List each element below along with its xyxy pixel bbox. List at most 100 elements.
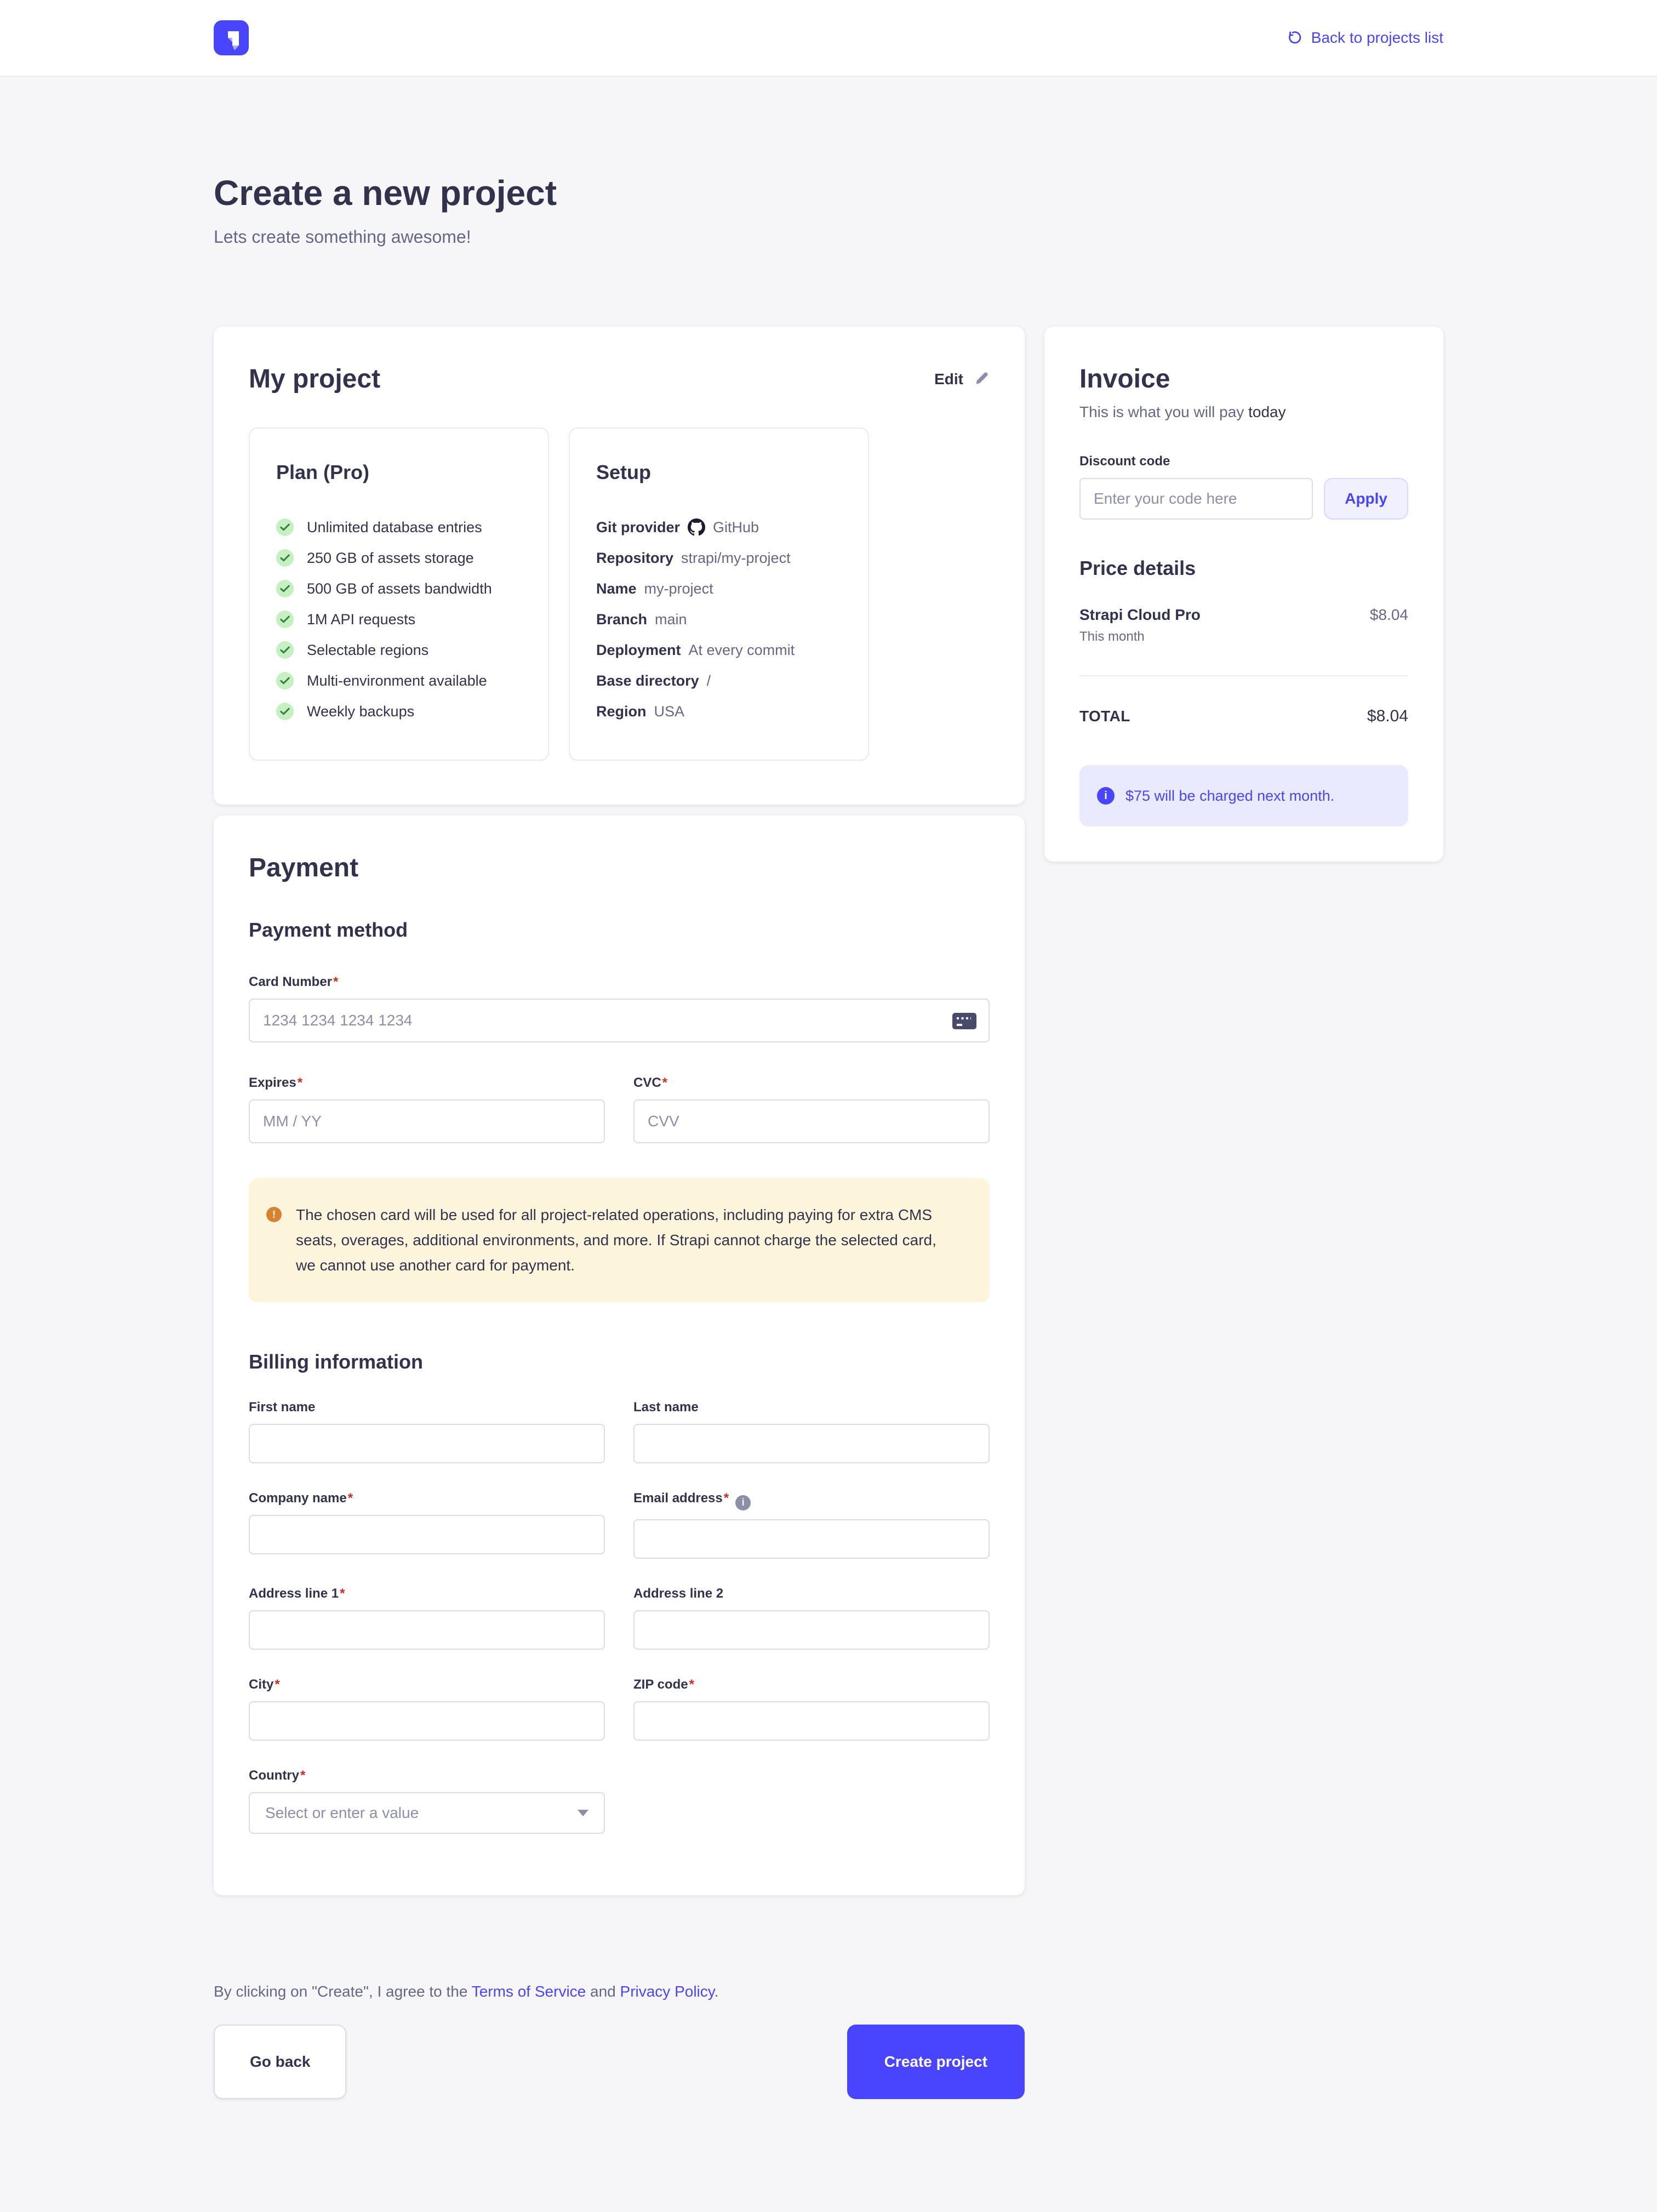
apply-discount-button[interactable]: Apply xyxy=(1324,478,1408,520)
discount-code-input[interactable] xyxy=(1079,478,1313,520)
card-number-input[interactable] xyxy=(249,999,990,1042)
back-link-label: Back to projects list xyxy=(1311,29,1443,47)
info-icon: i xyxy=(735,1495,751,1510)
setup-row-label: Repository xyxy=(596,549,673,567)
notice-text: $75 will be charged next month. xyxy=(1125,788,1334,805)
city-input[interactable] xyxy=(249,1701,605,1741)
terms-text: By clicking on "Create", I agree to the … xyxy=(214,1983,1025,2000)
info-icon: i xyxy=(1097,787,1115,805)
privacy-policy-link[interactable]: Privacy Policy xyxy=(620,1983,715,2000)
plan-feature-label: Weekly backups xyxy=(307,703,414,720)
zip-code-input[interactable] xyxy=(633,1701,990,1741)
card-number-label: Card Number* xyxy=(249,974,990,990)
setup-row: Base directory / xyxy=(596,672,842,689)
address-line2-label: Address line 2 xyxy=(633,1586,990,1601)
country-select[interactable]: Select or enter a value xyxy=(249,1792,605,1834)
credit-card-icon xyxy=(952,1013,976,1029)
plan-feature: 1M API requests xyxy=(276,611,522,628)
line-item-name: Strapi Cloud Pro xyxy=(1079,606,1201,624)
top-bar: Back to projects list xyxy=(0,0,1657,77)
invoice-subtitle: This is what you will pay today xyxy=(1079,403,1408,421)
create-project-button[interactable]: Create project xyxy=(847,2025,1025,2099)
plan-feature-label: Unlimited database entries xyxy=(307,519,482,536)
project-summary-card: My project Edit Plan (Pro) xyxy=(214,327,1025,805)
setup-row-label: Base directory xyxy=(596,672,699,689)
plan-feature: Multi-environment available xyxy=(276,672,522,689)
chevron-down-icon xyxy=(578,1810,588,1816)
setup-row-value: / xyxy=(707,672,711,689)
required-mark: * xyxy=(333,974,338,989)
country-label: Country* xyxy=(249,1768,605,1783)
company-name-label: Company name* xyxy=(249,1491,605,1506)
total-label: TOTAL xyxy=(1079,708,1130,725)
edit-project-button[interactable]: Edit xyxy=(934,370,990,388)
check-icon xyxy=(276,580,294,597)
back-to-projects-link[interactable]: Back to projects list xyxy=(1286,29,1443,47)
setup-row-value: main xyxy=(655,611,687,628)
setup-row: Git provider GitHub xyxy=(596,518,842,536)
setup-row-label: Name xyxy=(596,580,637,597)
strapi-logo-icon[interactable] xyxy=(214,20,249,55)
address-line1-label: Address line 1* xyxy=(249,1586,605,1601)
required-mark: * xyxy=(275,1677,279,1692)
warning-icon: ! xyxy=(266,1207,282,1222)
create-project-page: Back to projects list Create a new proje… xyxy=(0,0,1657,2212)
plan-feature: Weekly backups xyxy=(276,703,522,720)
payment-title: Payment xyxy=(249,851,990,886)
setup-row-label: Branch xyxy=(596,611,647,628)
discount-code-label: Discount code xyxy=(1079,454,1408,469)
first-name-input[interactable] xyxy=(249,1424,605,1463)
card-usage-warning: ! The chosen card will be used for all p… xyxy=(249,1178,990,1302)
expires-label: Expires* xyxy=(249,1075,605,1091)
price-details-title: Price details xyxy=(1079,557,1408,580)
line-item-amount: $8.04 xyxy=(1370,606,1408,624)
setup-row-label: Deployment xyxy=(596,641,681,659)
required-mark: * xyxy=(689,1677,694,1692)
required-mark: * xyxy=(340,1586,345,1601)
last-name-input[interactable] xyxy=(633,1424,990,1463)
back-arrow-icon xyxy=(1286,30,1302,46)
plan-panel: Plan (Pro) Unlimited database entries 25… xyxy=(249,427,549,761)
address-line2-input[interactable] xyxy=(633,1610,990,1650)
edit-label: Edit xyxy=(934,370,963,388)
check-icon xyxy=(276,672,294,689)
plan-feature-label: 500 GB of assets bandwidth xyxy=(307,580,492,597)
go-back-button[interactable]: Go back xyxy=(214,2025,346,2099)
terms-of-service-link[interactable]: Terms of Service xyxy=(472,1983,586,2000)
required-mark: * xyxy=(348,1491,353,1506)
payment-method-title: Payment method xyxy=(249,919,990,942)
main-content: Create a new project Lets create somethi… xyxy=(214,77,1443,2099)
invoice-total-row: TOTAL $8.04 xyxy=(1079,707,1408,726)
payment-card: Payment Payment method Card Number* Expi… xyxy=(214,816,1025,1895)
last-name-label: Last name xyxy=(633,1400,990,1415)
cvc-input[interactable] xyxy=(633,1099,990,1143)
setup-row-label: Git provider xyxy=(596,518,680,536)
required-mark: * xyxy=(298,1075,302,1090)
line-item-period: This month xyxy=(1079,629,1201,645)
invoice-line-item: Strapi Cloud Pro This month $8.04 xyxy=(1079,606,1408,645)
check-icon xyxy=(276,641,294,659)
plan-feature: 250 GB of assets storage xyxy=(276,549,522,567)
required-mark: * xyxy=(724,1491,729,1506)
check-icon xyxy=(276,611,294,628)
check-icon xyxy=(276,703,294,720)
page-title: Create a new project xyxy=(214,171,1443,215)
setup-row-value: GitHub xyxy=(713,518,759,536)
setup-panel: Setup Git provider GitHub Repository str… xyxy=(569,427,869,761)
setup-row-value: strapi/my-project xyxy=(681,549,791,567)
pencil-icon xyxy=(973,371,990,387)
setup-row: Region USA xyxy=(596,703,842,720)
setup-title: Setup xyxy=(596,459,842,486)
setup-row: Deployment At every commit xyxy=(596,641,842,659)
invoice-divider xyxy=(1079,675,1408,676)
next-month-charge-notice: i $75 will be charged next month. xyxy=(1079,765,1408,826)
invoice-title: Invoice xyxy=(1079,362,1408,397)
expires-input[interactable] xyxy=(249,1099,605,1143)
company-name-input[interactable] xyxy=(249,1515,605,1554)
address-line1-input[interactable] xyxy=(249,1610,605,1650)
setup-row-label: Region xyxy=(596,703,647,720)
email-input[interactable] xyxy=(633,1519,990,1559)
check-icon xyxy=(276,549,294,567)
country-select-placeholder: Select or enter a value xyxy=(265,1804,419,1822)
project-card-title: My project xyxy=(249,362,380,397)
